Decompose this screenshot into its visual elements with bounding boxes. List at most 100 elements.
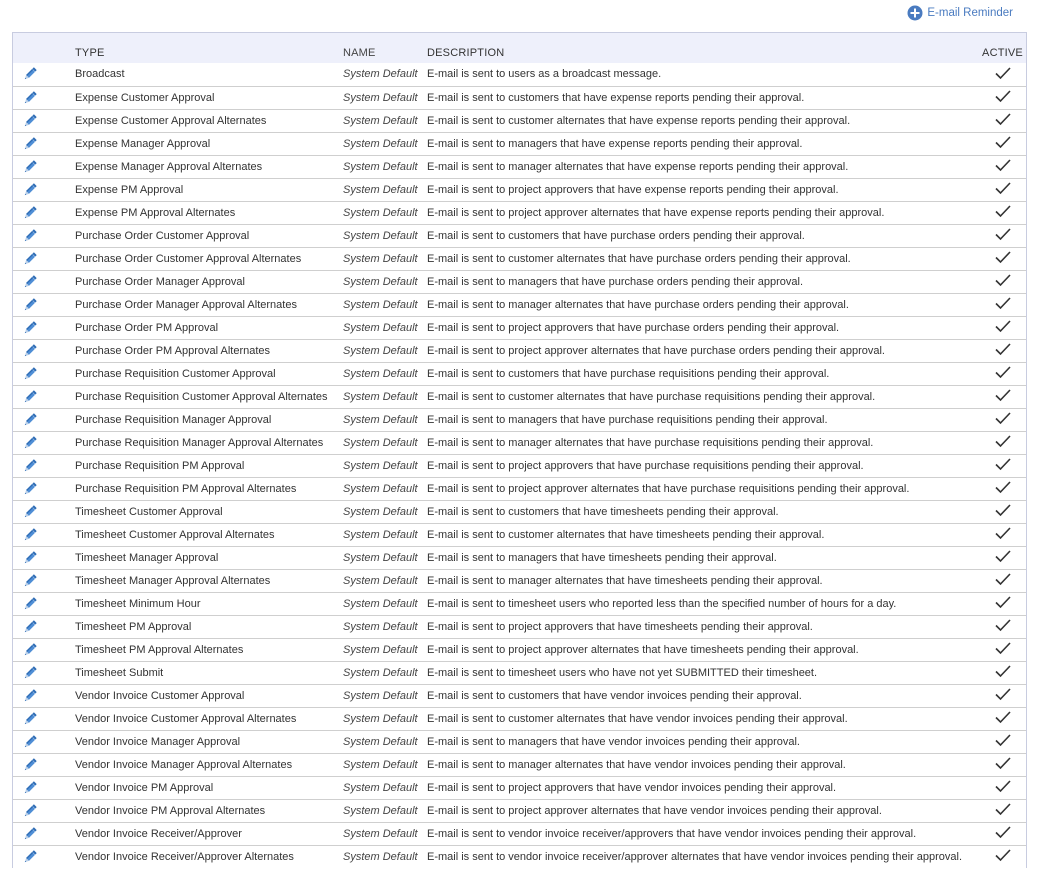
pencil-icon[interactable] [22,113,75,129]
edit-cell[interactable] [13,293,75,316]
pencil-icon[interactable] [22,320,75,336]
edit-cell[interactable] [13,155,75,178]
edit-cell[interactable] [13,362,75,385]
edit-cell[interactable] [13,431,75,454]
table-row[interactable]: Vendor Invoice Manager Approval System De… [13,730,1026,753]
table-row[interactable]: Expense PM Approval Alternates System Def… [13,201,1026,224]
table-row[interactable]: Timesheet Customer Approval Alternates Sy… [13,523,1026,546]
edit-cell[interactable] [13,224,75,247]
pencil-icon[interactable] [22,458,75,474]
edit-cell[interactable] [13,178,75,201]
pencil-icon[interactable] [22,274,75,290]
edit-cell[interactable] [13,730,75,753]
table-row[interactable]: Expense Manager Approval System Default E-… [13,132,1026,155]
edit-cell[interactable] [13,707,75,730]
edit-cell[interactable] [13,132,75,155]
table-row[interactable]: Vendor Invoice Receiver/Approver Alterna… [13,845,1026,868]
table-row[interactable]: Expense PM Approval System Default E-mail … [13,178,1026,201]
pencil-icon[interactable] [22,504,75,520]
table-row[interactable]: Timesheet PM Approval System Default E-mai… [13,615,1026,638]
pencil-icon[interactable] [22,412,75,428]
table-row[interactable]: Vendor Invoice Customer Approval System D… [13,684,1026,707]
pencil-icon[interactable] [22,711,75,727]
table-row[interactable]: Purchase Requisition Customer Approval Sy… [13,362,1026,385]
table-row[interactable]: Vendor Invoice Manager Approval Alternat… [13,753,1026,776]
pencil-icon[interactable] [22,573,75,589]
pencil-icon[interactable] [22,90,75,106]
pencil-icon[interactable] [22,159,75,175]
edit-cell[interactable] [13,661,75,684]
table-row[interactable]: Expense Manager Approval Alternates Syste… [13,155,1026,178]
pencil-icon[interactable] [22,619,75,635]
pencil-icon[interactable] [22,688,75,704]
pencil-icon[interactable] [22,389,75,405]
table-row[interactable]: Purchase Order PM Approval System Default… [13,316,1026,339]
edit-cell[interactable] [13,845,75,868]
pencil-icon[interactable] [22,136,75,152]
edit-cell[interactable] [13,569,75,592]
table-row[interactable]: Purchase Requisition PM Approval System D… [13,454,1026,477]
edit-cell[interactable] [13,201,75,224]
pencil-icon[interactable] [22,757,75,773]
edit-cell[interactable] [13,454,75,477]
email-reminder-button[interactable]: E-mail Reminder [907,5,1013,21]
edit-cell[interactable] [13,776,75,799]
pencil-icon[interactable] [22,803,75,819]
pencil-icon[interactable] [22,665,75,681]
pencil-icon[interactable] [22,343,75,359]
edit-cell[interactable] [13,546,75,569]
column-header-type[interactable]: TYPE [75,33,343,63]
table-row[interactable]: Purchase Order Manager Approval System De… [13,270,1026,293]
edit-cell[interactable] [13,247,75,270]
table-row[interactable]: Vendor Invoice PM Approval Alternates Sys… [13,799,1026,822]
table-row[interactable]: Expense Customer Approval Alternates Syst… [13,109,1026,132]
pencil-icon[interactable] [22,481,75,497]
table-row[interactable]: Purchase Requisition Customer Approval A… [13,385,1026,408]
pencil-icon[interactable] [22,66,75,82]
edit-cell[interactable] [13,270,75,293]
table-row[interactable]: Purchase Order PM Approval Alternates Sys… [13,339,1026,362]
table-row[interactable]: Purchase Order Customer Approval Alterna… [13,247,1026,270]
pencil-icon[interactable] [22,780,75,796]
edit-cell[interactable] [13,86,75,109]
pencil-icon[interactable] [22,596,75,612]
edit-cell[interactable] [13,316,75,339]
edit-cell[interactable] [13,684,75,707]
pencil-icon[interactable] [22,228,75,244]
table-row[interactable]: Purchase Order Manager Approval Alternat… [13,293,1026,316]
column-header-name[interactable]: NAME [343,33,427,63]
pencil-icon[interactable] [22,297,75,313]
table-row[interactable]: Vendor Invoice PM Approval System Default… [13,776,1026,799]
edit-cell[interactable] [13,408,75,431]
edit-cell[interactable] [13,63,75,86]
table-row[interactable]: Timesheet PM Approval Alternates System D… [13,638,1026,661]
pencil-icon[interactable] [22,550,75,566]
edit-cell[interactable] [13,592,75,615]
edit-cell[interactable] [13,799,75,822]
edit-cell[interactable] [13,822,75,845]
column-header-active[interactable]: ACTIVE [979,33,1026,63]
table-row[interactable]: Timesheet Manager Approval System Default… [13,546,1026,569]
table-row[interactable]: Timesheet Manager Approval Alternates Sys… [13,569,1026,592]
edit-cell[interactable] [13,753,75,776]
pencil-icon[interactable] [22,642,75,658]
pencil-icon[interactable] [22,205,75,221]
table-row[interactable]: Vendor Invoice Customer Approval Alterna… [13,707,1026,730]
edit-cell[interactable] [13,477,75,500]
table-row[interactable]: Purchase Order Customer Approval System D… [13,224,1026,247]
table-row[interactable]: Broadcast System Default E-mail is sent to… [13,63,1026,86]
edit-cell[interactable] [13,109,75,132]
edit-cell[interactable] [13,638,75,661]
pencil-icon[interactable] [22,366,75,382]
table-row[interactable]: Purchase Requisition Manager Approval Al… [13,431,1026,454]
table-row[interactable]: Expense Customer Approval System Default E… [13,86,1026,109]
table-row[interactable]: Timesheet Minimum Hour System Default E-ma… [13,592,1026,615]
pencil-icon[interactable] [22,435,75,451]
edit-cell[interactable] [13,615,75,638]
edit-cell[interactable] [13,385,75,408]
pencil-icon[interactable] [22,826,75,842]
pencil-icon[interactable] [22,527,75,543]
table-row[interactable]: Purchase Requisition Manager Approval Sys… [13,408,1026,431]
pencil-icon[interactable] [22,251,75,267]
pencil-icon[interactable] [22,182,75,198]
